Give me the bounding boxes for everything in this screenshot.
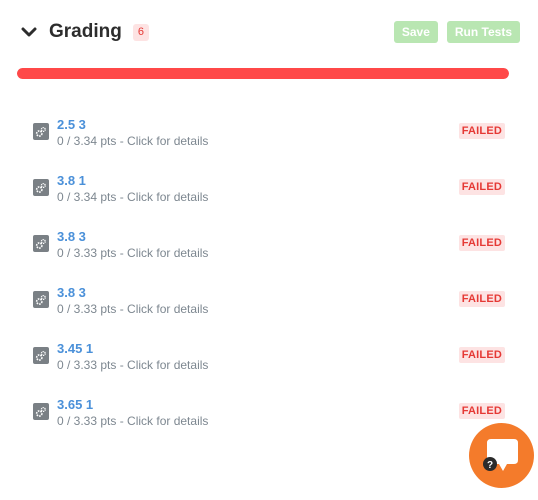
test-row[interactable]: 3.65 1 0 / 3.33 pts - Click for details … — [33, 396, 505, 452]
test-points: 0 / 3.33 pts - Click for details — [57, 358, 209, 372]
test-name-link[interactable]: 3.65 1 — [57, 397, 93, 412]
test-row[interactable]: 3.45 1 0 / 3.33 pts - Click for details … — [33, 340, 505, 396]
chat-help-icon: ? — [483, 439, 518, 471]
progress-bar-fill — [17, 68, 509, 79]
failed-status-badge: FAILED — [458, 403, 505, 419]
grading-progress-bar — [17, 68, 509, 79]
failed-count-badge: 6 — [132, 23, 149, 41]
test-points: 0 / 3.34 pts - Click for details — [57, 190, 209, 204]
test-row[interactable]: 3.8 3 0 / 3.33 pts - Click for details F… — [33, 228, 505, 284]
failed-status-badge: FAILED — [458, 123, 505, 139]
test-name-link[interactable]: 2.5 3 — [57, 117, 86, 132]
gear-icon — [33, 291, 49, 308]
run-tests-button[interactable]: Run Tests — [446, 21, 520, 43]
test-name-link[interactable]: 3.8 3 — [57, 229, 86, 244]
failed-status-badge: FAILED — [458, 347, 505, 363]
chat-help-glyph: ? — [487, 460, 493, 471]
gear-icon — [33, 123, 49, 140]
failed-status-badge: FAILED — [458, 179, 505, 195]
test-points: 0 / 3.34 pts - Click for details — [57, 134, 209, 148]
gear-icon — [33, 347, 49, 364]
gear-icon — [33, 179, 49, 196]
test-name-link[interactable]: 3.45 1 — [57, 341, 93, 356]
test-points: 0 / 3.33 pts - Click for details — [57, 414, 209, 428]
chat-help-button[interactable]: ? — [469, 423, 534, 488]
test-list: 2.5 3 0 / 3.34 pts - Click for details F… — [33, 116, 505, 452]
test-name-link[interactable]: 3.8 1 — [57, 173, 86, 188]
test-row[interactable]: 3.8 1 0 / 3.34 pts - Click for details F… — [33, 172, 505, 228]
gear-icon — [33, 403, 49, 420]
grading-header: Grading 6 Save Run Tests — [18, 18, 520, 46]
chevron-down-icon[interactable] — [18, 21, 40, 43]
test-points: 0 / 3.33 pts - Click for details — [57, 246, 209, 260]
test-points: 0 / 3.33 pts - Click for details — [57, 302, 209, 316]
test-row[interactable]: 2.5 3 0 / 3.34 pts - Click for details F… — [33, 116, 505, 172]
failed-status-badge: FAILED — [458, 291, 505, 307]
test-row[interactable]: 3.8 3 0 / 3.33 pts - Click for details F… — [33, 284, 505, 340]
save-button[interactable]: Save — [393, 21, 438, 43]
failed-status-badge: FAILED — [458, 235, 505, 251]
gear-icon — [33, 235, 49, 252]
section-title: Grading — [49, 21, 122, 42]
test-name-link[interactable]: 3.8 3 — [57, 285, 86, 300]
